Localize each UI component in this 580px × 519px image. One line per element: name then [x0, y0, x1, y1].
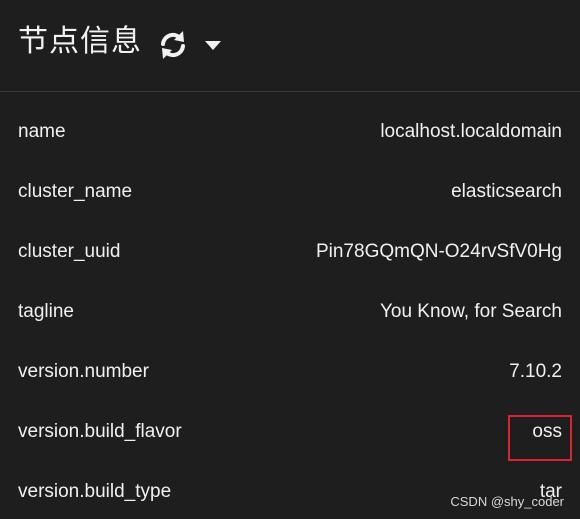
- info-row-build-flavor: version.build_flavor oss: [0, 405, 580, 465]
- dropdown-button[interactable]: [203, 37, 223, 51]
- row-value: 7.10.2: [509, 361, 562, 382]
- row-value: You Know, for Search: [379, 301, 562, 322]
- row-key: version.build_flavor: [18, 421, 182, 442]
- watermark: CSDN @shy_coder: [450, 494, 564, 509]
- page-title: 节点信息: [18, 24, 142, 59]
- info-row-cluster-uuid: cluster_uuid Pin78GQmQN-O24rvSfV0Hg: [0, 225, 580, 285]
- header-bar: 节点信息: [0, 0, 580, 92]
- row-value: Pin78GQmQN-O24rvSfV0Hg: [315, 241, 562, 262]
- refresh-button[interactable]: [156, 28, 190, 62]
- caret-down-icon: [205, 41, 221, 50]
- row-key: cluster_uuid: [18, 241, 121, 262]
- refresh-icon: [161, 31, 185, 59]
- row-value: elasticsearch: [451, 181, 562, 202]
- row-key: version.number: [18, 361, 149, 382]
- info-row-name: name localhost.localdomain: [0, 105, 580, 165]
- info-row-tagline: tagline You Know, for Search: [0, 285, 580, 345]
- info-row-version-number: version.number 7.10.2: [0, 345, 580, 405]
- info-row-cluster-name: cluster_name elasticsearch: [0, 165, 580, 225]
- row-key: version.build_type: [18, 481, 172, 502]
- info-row-build-type: version.build_type tar: [0, 465, 580, 519]
- node-info-table: name localhost.localdomain cluster_name …: [0, 105, 580, 519]
- row-key: tagline: [18, 301, 74, 322]
- row-key: name: [18, 121, 66, 142]
- row-value: localhost.localdomain: [380, 121, 562, 142]
- row-key: cluster_name: [18, 181, 133, 202]
- row-value: oss: [532, 421, 562, 442]
